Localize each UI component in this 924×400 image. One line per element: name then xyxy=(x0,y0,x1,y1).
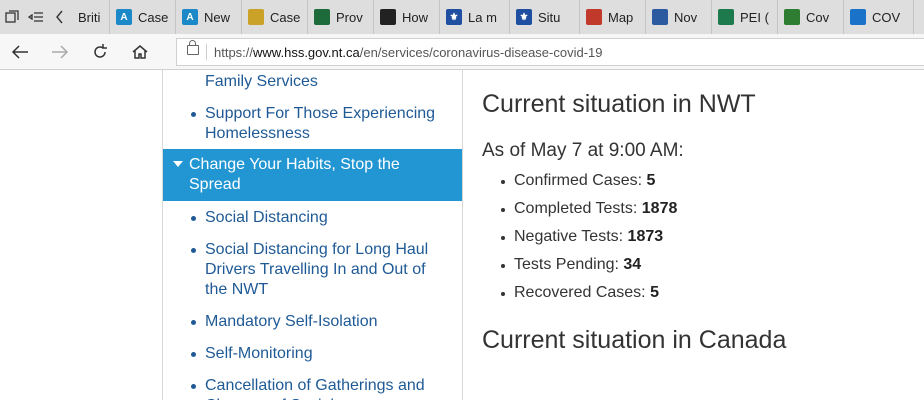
lock-icon xyxy=(187,40,199,55)
stat-item: Negative Tests: 1873 xyxy=(501,226,677,254)
tab-title: Cov xyxy=(806,9,830,25)
tab-title: Briti xyxy=(78,9,101,25)
tab-favicon-icon xyxy=(784,9,800,25)
tab-title: PEI ( xyxy=(740,9,769,25)
stat-item: Confirmed Cases: 5 xyxy=(501,170,677,198)
sidebar-item-cancellation[interactable]: Cancellation of Gatherings and Closures … xyxy=(191,376,445,400)
scroll-tabs-left-icon[interactable] xyxy=(48,0,72,34)
sidebar-item-change-your-habits[interactable]: Change Your Habits, Stop the Spread xyxy=(163,149,462,201)
bullet-icon xyxy=(191,320,196,325)
tab-actions-icon[interactable] xyxy=(0,0,24,34)
tab-favicon-icon xyxy=(718,9,734,25)
caret-down-icon xyxy=(173,161,183,167)
sidebar-item-homelessness[interactable]: Support For Those Experiencing Homelessn… xyxy=(191,104,445,144)
tab-favicon-icon: A xyxy=(116,9,132,25)
browser-tab[interactable]: ⚜ Situ xyxy=(510,0,580,34)
tab-title: How xyxy=(402,9,429,25)
browser-tab[interactable]: ⚜ La m xyxy=(440,0,510,34)
tab-title: Case xyxy=(138,9,169,25)
sidebar-item-self-isolation[interactable]: Mandatory Self-Isolation xyxy=(191,312,445,332)
sidebar-item-social-distancing[interactable]: Social Distancing xyxy=(191,208,445,228)
bullet-icon xyxy=(191,352,196,357)
home-icon[interactable] xyxy=(128,40,152,64)
tab-title: Case xyxy=(270,9,301,25)
as-of-date: As of May 7 at 9:00 AM: xyxy=(482,140,684,161)
bullet-icon xyxy=(191,248,196,253)
sidebar-nav: Family Services Support For Those Experi… xyxy=(162,70,463,400)
tab-favicon-icon xyxy=(314,9,330,25)
section-title-canada: Current situation in Canada xyxy=(482,326,787,354)
bullet-icon xyxy=(191,112,196,117)
browser-tab[interactable]: Map xyxy=(580,0,646,34)
tab-favicon-icon: A xyxy=(182,9,198,25)
browser-tab[interactable]: COV xyxy=(844,0,914,34)
set-tabs-aside-icon[interactable] xyxy=(24,0,48,34)
tab-title: COV xyxy=(872,9,901,25)
tab-favicon-icon xyxy=(652,9,668,25)
tab-favicon-icon: ⚜ xyxy=(446,9,462,25)
stat-item: Completed Tests: 1878 xyxy=(501,198,677,226)
tab-favicon-icon xyxy=(586,9,602,25)
browser-tab[interactable]: Nov xyxy=(646,0,712,34)
browser-tab[interactable]: PEI ( xyxy=(712,0,778,34)
browser-tab[interactable]: A New xyxy=(176,0,242,34)
browser-tab[interactable]: Case xyxy=(242,0,308,34)
stat-item: Tests Pending: 34 xyxy=(501,254,677,282)
stat-item: Recovered Cases: 5 xyxy=(501,282,677,310)
browser-tab[interactable]: How xyxy=(374,0,440,34)
browser-tab[interactable]: Prov xyxy=(308,0,374,34)
tab-favicon-icon xyxy=(850,9,866,25)
back-icon[interactable] xyxy=(8,40,32,64)
tab-title: New xyxy=(204,9,231,25)
forward-icon[interactable] xyxy=(48,40,72,64)
bullet-icon xyxy=(191,384,196,389)
tab-title: Map xyxy=(608,9,634,25)
page-content: Family Services Support For Those Experi… xyxy=(0,70,924,400)
tab-title: Prov xyxy=(336,9,363,25)
browser-tab[interactable]: A Case xyxy=(110,0,176,34)
browser-tab[interactable]: Briti xyxy=(72,0,110,34)
address-toolbar: https://www.hss.gov.nt.ca/en/services/co… xyxy=(0,34,924,70)
refresh-icon[interactable] xyxy=(88,40,112,64)
url-text[interactable]: https://www.hss.gov.nt.ca/en/services/co… xyxy=(214,45,603,60)
sidebar-item-family-services[interactable]: Family Services xyxy=(205,72,445,92)
page-title: Current situation in NWT xyxy=(482,90,756,118)
sidebar-item-long-haul-drivers[interactable]: Social Distancing for Long Haul Drivers … xyxy=(191,240,445,300)
tab-strip: Briti A Case A New Case Prov How ⚜ La m ⚜ Situ Map No… xyxy=(0,0,924,34)
tab-favicon-icon: ⚜ xyxy=(516,9,532,25)
browser-tab[interactable]: Cov xyxy=(778,0,844,34)
tab-favicon-icon xyxy=(248,9,264,25)
tab-title: Situ xyxy=(538,9,561,25)
tab-title: La m xyxy=(468,9,497,25)
stats-list: Confirmed Cases: 5 Completed Tests: 1878… xyxy=(501,170,677,310)
tab-favicon-icon xyxy=(380,9,396,25)
sidebar-item-self-monitoring[interactable]: Self-Monitoring xyxy=(191,344,445,364)
address-bar[interactable]: https://www.hss.gov.nt.ca/en/services/co… xyxy=(176,38,924,66)
bullet-icon xyxy=(191,216,196,221)
tab-title: Nov xyxy=(674,9,698,25)
